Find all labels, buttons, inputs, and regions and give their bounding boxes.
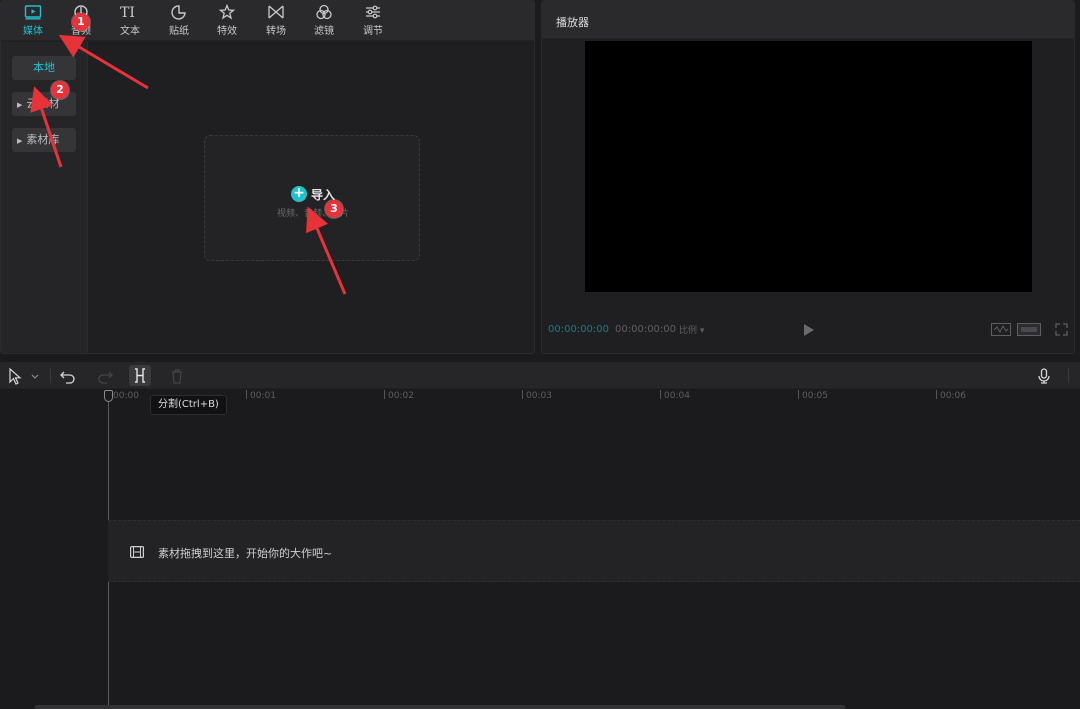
sidebar: 本地 ▶ 云素材 ▶ 素材库	[1, 42, 88, 353]
ruler-tick-label: 00:00	[113, 391, 139, 401]
ruler-tick	[798, 390, 799, 399]
timeline-toolbar	[0, 362, 1080, 389]
sidebar-item-local[interactable]: 本地	[12, 56, 76, 80]
main-track-dropzone[interactable]: 素材拖拽到这里，开始你的大作吧~	[108, 520, 1080, 582]
split-tooltip: 分割(Ctrl+B)	[150, 395, 227, 415]
import-dropzone[interactable]: + 导入 视频、音频、图片	[204, 135, 420, 261]
tab-adjust[interactable]: 调节	[350, 4, 396, 40]
tab-adjust-label: 调节	[363, 26, 383, 37]
transition-icon	[268, 5, 284, 19]
effects-icon	[218, 4, 236, 20]
player-panel: 播放器 00:00:00:00 00:00:00:00 比例 ▾	[541, 0, 1075, 354]
split-icon	[135, 368, 145, 383]
ruler-tick-label: 00:01	[250, 391, 276, 401]
quality-icon[interactable]	[1017, 323, 1041, 336]
ruler-tick	[660, 390, 661, 399]
ruler-tick	[384, 390, 385, 399]
filter-icon	[316, 4, 332, 20]
video-preview[interactable]	[585, 41, 1032, 292]
ratio-label: 比例	[679, 326, 698, 336]
trash-icon[interactable]	[170, 366, 184, 386]
ruler-tick	[936, 390, 937, 399]
media-panel: 媒体 音频 TI 文本 贴纸 特效 转场 滤镜 调节 本地 ▶ 云素材 ▶ 素材…	[0, 0, 535, 354]
text-icon: TI	[120, 5, 135, 20]
tab-transition-label: 转场	[266, 26, 286, 37]
plus-icon[interactable]: +	[291, 186, 307, 202]
cursor-select-icon[interactable]	[8, 366, 24, 386]
redo-icon[interactable]	[96, 366, 114, 386]
fullscreen-icon[interactable]	[1055, 323, 1068, 336]
tab-sticker-label: 贴纸	[169, 26, 189, 37]
svg-text:TI: TI	[120, 5, 135, 20]
caret-right-icon: ▶	[17, 101, 23, 109]
tab-media-label: 媒体	[23, 26, 43, 37]
tab-text[interactable]: TI 文本	[107, 4, 153, 40]
tab-media[interactable]: 媒体	[10, 4, 56, 40]
track-hint: 素材拖拽到这里，开始你的大作吧~	[158, 547, 333, 560]
tab-text-label: 文本	[120, 26, 140, 37]
waveform-icon[interactable]	[991, 323, 1011, 336]
player-header: 播放器	[542, 1, 1074, 39]
tab-transition[interactable]: 转场	[253, 4, 299, 40]
split-button[interactable]	[129, 365, 151, 386]
ruler-tick-label: 00:03	[526, 391, 552, 401]
ruler-tick-label: 00:04	[664, 391, 690, 401]
chevron-down-icon[interactable]	[29, 366, 41, 386]
tab-filter-label: 滤镜	[314, 26, 334, 37]
microphone-icon[interactable]	[1037, 366, 1051, 386]
ruler-tick-label: 00:06	[940, 391, 966, 401]
sidebar-item-label: 素材库	[26, 133, 60, 146]
undo-icon[interactable]	[59, 366, 77, 386]
chevron-down-icon: ▾	[699, 326, 705, 336]
sidebar-item-library[interactable]: ▶ 素材库	[12, 128, 76, 152]
caret-right-icon: ▶	[17, 137, 23, 145]
ratio-dropdown[interactable]: 比例 ▾	[679, 323, 704, 336]
film-icon	[130, 546, 144, 558]
toolbar-divider	[50, 368, 51, 383]
ruler-tick	[522, 390, 523, 399]
sidebar-item-label: 云素材	[26, 97, 60, 110]
player-title: 播放器	[556, 16, 589, 29]
annotation-badge: 2	[51, 81, 69, 99]
current-time: 00:00:00:00	[548, 324, 610, 335]
ruler-tick	[246, 390, 247, 399]
playhead-handle[interactable]	[104, 390, 113, 402]
ruler-tick-label: 00:02	[388, 391, 414, 401]
media-play-icon	[24, 5, 42, 20]
ruler-tick-label: 00:05	[802, 391, 828, 401]
sidebar-item-label: 本地	[33, 61, 55, 74]
sticker-icon	[171, 5, 186, 20]
play-icon[interactable]	[804, 324, 814, 336]
annotation-badge: 1	[72, 13, 90, 31]
horizontal-scrollbar[interactable]	[35, 705, 845, 709]
annotation-badge: 3	[325, 200, 343, 218]
toolbar-divider	[1068, 368, 1069, 383]
tab-filter[interactable]: 滤镜	[301, 4, 347, 40]
total-time: 00:00:00:00	[615, 324, 677, 335]
adjust-icon	[366, 5, 380, 19]
tab-sticker[interactable]: 贴纸	[156, 4, 202, 40]
tab-effects[interactable]: 特效	[204, 4, 250, 40]
tab-effects-label: 特效	[217, 26, 237, 37]
